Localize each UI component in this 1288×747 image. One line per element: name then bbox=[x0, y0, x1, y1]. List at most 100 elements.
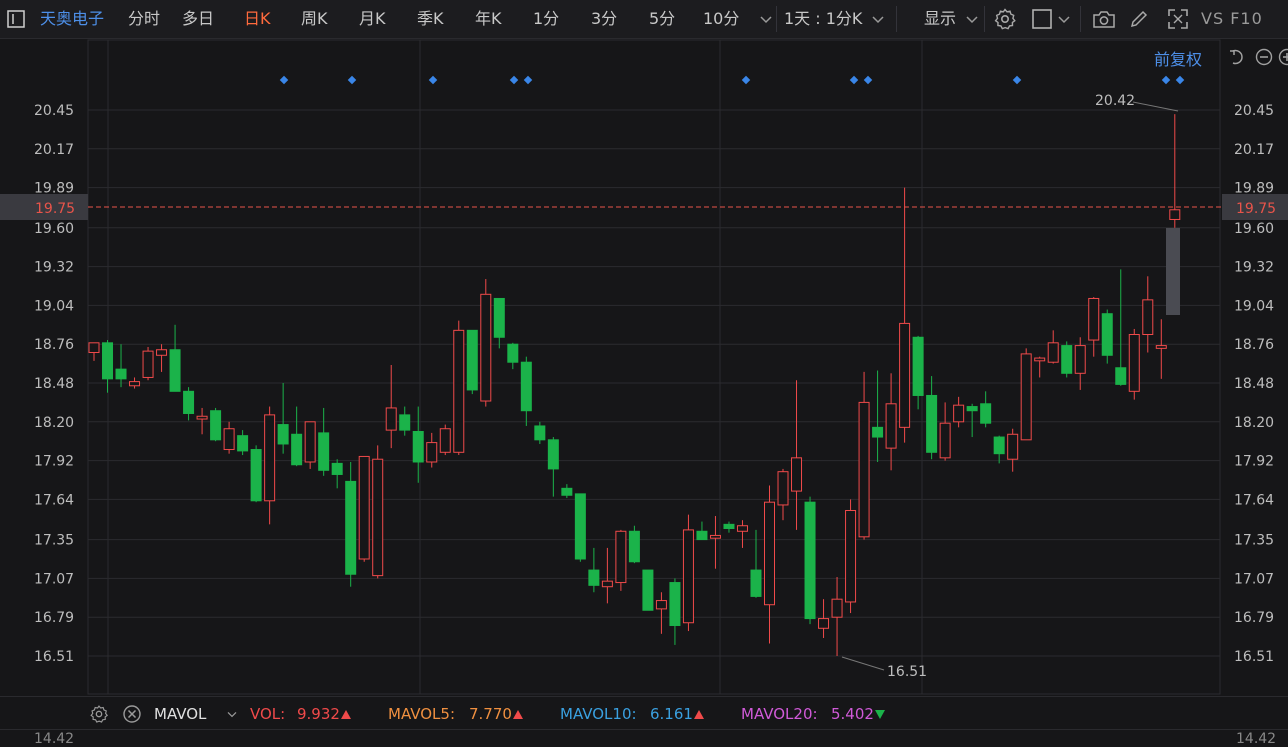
indicator-settings-gear-icon[interactable] bbox=[89, 704, 109, 724]
indicator-chevron-down-icon[interactable] bbox=[224, 706, 240, 722]
period-rik[interactable]: 日K bbox=[244, 0, 271, 38]
candlestick-chart[interactable]: 20.4520.1719.8919.6019.3219.0418.7618.48… bbox=[0, 38, 1288, 696]
candle-body bbox=[467, 330, 477, 390]
y-tick-label-right: 16.79 bbox=[1234, 610, 1274, 626]
candle-body bbox=[1075, 346, 1085, 374]
candle-body bbox=[413, 432, 423, 462]
y-tick-label-left: 17.35 bbox=[34, 533, 74, 549]
y-tick-label-right: 19.04 bbox=[1234, 298, 1274, 314]
candle bbox=[440, 425, 450, 455]
period-1min[interactable]: 1分 bbox=[533, 0, 559, 38]
candle-body bbox=[346, 481, 356, 574]
candle-body bbox=[157, 350, 167, 356]
candle bbox=[319, 408, 329, 476]
period-yuek[interactable]: 月K bbox=[359, 0, 386, 38]
candle bbox=[238, 430, 248, 455]
candle bbox=[1048, 330, 1058, 363]
candle bbox=[197, 408, 207, 434]
display-chevron-down-icon[interactable] bbox=[962, 9, 982, 29]
candle-body bbox=[130, 382, 140, 386]
square-draw-icon[interactable] bbox=[1031, 9, 1055, 29]
y-tick-label-left: 19.04 bbox=[34, 298, 74, 314]
candle bbox=[1008, 429, 1018, 472]
candle bbox=[535, 422, 545, 444]
event-marker-diamond bbox=[1176, 76, 1184, 84]
candle-body bbox=[319, 433, 329, 470]
candle bbox=[629, 526, 639, 563]
mavol5-value: 7.770 bbox=[469, 697, 512, 731]
y-tick-label-left: 19.60 bbox=[34, 221, 74, 237]
candle-body bbox=[305, 422, 315, 462]
gear-icon[interactable] bbox=[993, 7, 1017, 31]
y-tick-label-left: 19.32 bbox=[34, 260, 74, 276]
candle-body bbox=[981, 404, 991, 423]
period-fenshi[interactable]: 分时 bbox=[128, 0, 160, 38]
candle-body bbox=[927, 395, 937, 452]
pencil-icon[interactable] bbox=[1129, 9, 1149, 29]
y-tick-label-left: 18.20 bbox=[34, 415, 74, 431]
candle bbox=[1156, 319, 1166, 379]
min-price-label: 16.51 bbox=[887, 664, 927, 680]
candle-body bbox=[751, 570, 761, 596]
period-dropdown-chevron-icon[interactable] bbox=[756, 9, 776, 29]
candle-body bbox=[562, 488, 572, 495]
period-3min[interactable]: 3分 bbox=[591, 0, 617, 38]
candle-body bbox=[184, 391, 194, 413]
candle bbox=[494, 298, 504, 348]
candle-body bbox=[386, 408, 396, 430]
vs-f10-button[interactable]: VS F10 bbox=[1201, 0, 1263, 38]
display-menu[interactable]: 显示 bbox=[924, 0, 956, 38]
candle-body bbox=[89, 343, 99, 353]
draw-chevron-down-icon[interactable] bbox=[1054, 9, 1074, 29]
candle-body bbox=[454, 330, 464, 452]
candle bbox=[184, 387, 194, 420]
camera-icon[interactable] bbox=[1091, 9, 1117, 29]
sidebar-toggle-icon[interactable] bbox=[6, 9, 26, 29]
event-markers bbox=[280, 76, 1184, 84]
period-duori[interactable]: 多日 bbox=[182, 0, 214, 38]
candle-body bbox=[873, 427, 883, 437]
candle bbox=[454, 321, 464, 455]
candle-body bbox=[400, 415, 410, 430]
candle-body bbox=[278, 425, 288, 444]
vol-up-arrow-icon bbox=[341, 710, 351, 719]
candle bbox=[900, 188, 910, 443]
period-10min[interactable]: 10分 bbox=[703, 0, 739, 38]
event-marker-diamond bbox=[524, 76, 532, 84]
candle bbox=[251, 445, 261, 502]
candle bbox=[1143, 276, 1153, 352]
period-niank[interactable]: 年K bbox=[475, 0, 502, 38]
fullscreen-icon[interactable] bbox=[1166, 7, 1190, 31]
highlight-bar bbox=[1166, 228, 1180, 315]
y-tick-label-right: 17.64 bbox=[1234, 492, 1274, 508]
period-zhouk[interactable]: 周K bbox=[301, 0, 328, 38]
period-5min[interactable]: 5分 bbox=[649, 0, 675, 38]
candle-body bbox=[967, 407, 977, 411]
candle bbox=[940, 402, 950, 460]
combo-chevron-down-icon[interactable] bbox=[868, 9, 888, 29]
candle-body bbox=[819, 619, 829, 629]
candle-body bbox=[440, 429, 450, 453]
stock-name[interactable]: 天奥电子 bbox=[40, 0, 104, 38]
multi-period-combo[interactable]: 1天 : 1分K bbox=[784, 0, 862, 38]
y-tick-label-right: 17.07 bbox=[1234, 571, 1274, 587]
close-indicator-icon[interactable] bbox=[122, 704, 142, 724]
candle-body bbox=[859, 402, 869, 536]
candle bbox=[859, 372, 869, 540]
candle bbox=[1129, 329, 1139, 400]
candle bbox=[1021, 348, 1031, 439]
period-jik[interactable]: 季K bbox=[417, 0, 444, 38]
mavol5-up-arrow-icon bbox=[513, 710, 523, 719]
candle bbox=[427, 433, 437, 468]
candle-body bbox=[508, 344, 518, 362]
min-leader-line bbox=[842, 657, 884, 670]
event-marker-diamond bbox=[864, 76, 872, 84]
indicator-bar: MAVOL VOL: 9.932 MAVOL5: 7.770 MAVOL10: … bbox=[0, 696, 1288, 731]
indicator-name[interactable]: MAVOL bbox=[154, 697, 206, 731]
candle bbox=[602, 548, 612, 603]
candle-body bbox=[1143, 300, 1153, 335]
candle bbox=[265, 407, 275, 525]
event-marker-diamond bbox=[742, 76, 750, 84]
candle-body bbox=[251, 450, 261, 501]
candle-body bbox=[886, 404, 896, 448]
